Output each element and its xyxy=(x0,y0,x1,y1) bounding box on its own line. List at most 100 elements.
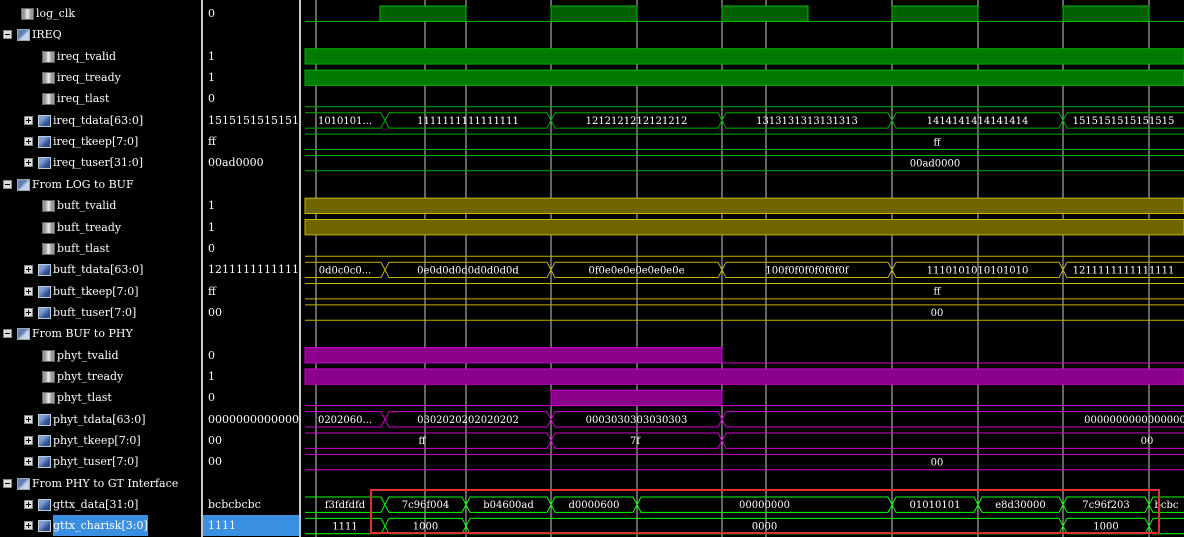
signal-name: log_clk xyxy=(36,7,76,20)
signal-icon xyxy=(42,370,55,383)
bus-value-label: 00000000 xyxy=(739,500,790,511)
signal-row-buft-tlast[interactable]: buft_tlast xyxy=(0,238,200,259)
bus-value-label: 0f0e0e0e0e0e0e0e xyxy=(588,265,684,276)
expand-icon[interactable] xyxy=(24,436,33,445)
bus-value-label: 0000 xyxy=(752,522,777,533)
signal-row-log-clk[interactable]: log_clk xyxy=(0,3,200,24)
signal-row-ireq-tkeep[interactable]: ireq_tkeep[7:0] xyxy=(0,131,200,152)
signal-row-buft-tvalid[interactable]: buft_tvalid xyxy=(0,195,200,216)
value-text: 1 xyxy=(208,220,215,234)
bus-value-label: 0202060... xyxy=(318,415,372,426)
expand-icon[interactable] xyxy=(24,457,33,467)
signal-icon xyxy=(42,349,55,362)
signal-high xyxy=(550,389,723,407)
signal-row-phyt-tready[interactable]: phyt_tready xyxy=(0,366,200,387)
clock-high-pulse xyxy=(1062,5,1150,22)
signal-name: phyt_tready xyxy=(57,369,124,383)
bus-icon xyxy=(38,499,51,512)
signal-high xyxy=(304,368,1184,385)
signal-row-ireq-tvalid[interactable]: ireq_tvalid xyxy=(0,46,200,67)
value-text: ff xyxy=(208,284,216,298)
signal-value-ireq-tready: 1 xyxy=(203,67,299,88)
signal-row-ireq-tuser[interactable]: ireq_tuser[31:0] xyxy=(0,152,200,173)
collapse-icon[interactable] xyxy=(3,179,12,189)
collapse-icon[interactable] xyxy=(3,478,12,488)
expand-icon[interactable] xyxy=(24,158,33,168)
expand-icon[interactable] xyxy=(24,265,33,275)
signal-name: buft_tready xyxy=(57,220,122,234)
signal-high xyxy=(304,197,1184,214)
signal-name: buft_tvalid xyxy=(57,199,117,213)
signal-name: phyt_tvalid xyxy=(57,348,119,362)
expand-icon[interactable] xyxy=(24,500,33,510)
signal-row-buft-tkeep[interactable]: buft_tkeep[7:0] xyxy=(0,281,200,302)
signal-row-ireq-tdata[interactable]: ireq_tdata[63:0] xyxy=(0,110,200,131)
signal-row-ireq-tlast[interactable]: ireq_tlast xyxy=(0,88,200,109)
value-text: 0 xyxy=(208,391,215,405)
signal-value-from-buf-to-phy xyxy=(203,323,299,344)
group-icon xyxy=(17,328,30,341)
bus-value-label: 1110101010101010 xyxy=(927,265,1029,276)
bus-icon xyxy=(38,136,51,149)
signal-row-ireq[interactable]: IREQ xyxy=(0,24,200,45)
signal-value-phyt-tkeep: 00 xyxy=(203,430,299,451)
signal-row-from-buf-to-phy[interactable]: From BUF to PHY xyxy=(0,323,200,344)
bus-value-label: 1000 xyxy=(1093,522,1118,533)
value-text: 0 xyxy=(208,348,215,362)
signal-row-from-log-to-buf[interactable]: From LOG to BUF xyxy=(0,174,200,195)
bus-value-label: ff xyxy=(933,137,941,148)
expand-icon[interactable] xyxy=(24,307,33,317)
signal-row-gttx-charisk[interactable]: gttx_charisk[3:0] xyxy=(0,515,200,537)
collapse-icon[interactable] xyxy=(3,329,12,339)
expand-icon[interactable] xyxy=(24,521,33,531)
value-text: 00 xyxy=(208,434,222,447)
signal-row-phyt-tuser[interactable]: phyt_tuser[7:0] xyxy=(0,451,200,472)
expand-icon[interactable] xyxy=(24,286,33,296)
bus-value-label: 0d0c0c0... xyxy=(319,265,372,276)
bus-icon xyxy=(38,306,51,319)
clock-high-pulse xyxy=(891,5,979,22)
bus-value-label: ff xyxy=(418,436,426,447)
signal-value-ireq-tuser: 00ad0000 xyxy=(203,152,299,173)
group-icon xyxy=(17,477,30,490)
signal-row-phyt-tdata[interactable]: phyt_tdata[63:0] xyxy=(0,409,200,430)
bus-value-label: b04600ad xyxy=(483,500,534,511)
signal-value-phyt-tvalid: 0 xyxy=(203,345,299,366)
bus-value-label: 1313131313131313 xyxy=(756,116,858,127)
value-text: 1 xyxy=(208,199,215,213)
signal-value-phyt-tuser: 00 xyxy=(203,451,299,472)
signal-row-buft-tready[interactable]: buft_tready xyxy=(0,217,200,238)
signal-value-ireq-tlast: 0 xyxy=(203,88,299,109)
bus-icon xyxy=(38,157,51,170)
signal-name: From LOG to BUF xyxy=(32,177,134,191)
signal-row-from-phy-to-gt-interface[interactable]: From PHY to GT Interface xyxy=(0,473,200,494)
signal-row-phyt-tkeep[interactable]: phyt_tkeep[7:0] xyxy=(0,430,200,451)
signal-row-ireq-tready[interactable]: ireq_tready xyxy=(0,67,200,88)
bus-value-label: 0000000000000000 xyxy=(1084,415,1184,426)
signal-value-buft-tlast: 0 xyxy=(203,238,299,259)
signal-name: ireq_tdata[63:0] xyxy=(53,113,144,127)
signal-name: ireq_tuser[31:0] xyxy=(53,156,144,170)
signal-row-phyt-tlast[interactable]: phyt_tlast xyxy=(0,387,200,408)
signal-icon xyxy=(42,221,55,234)
bus-value-label: 1111111111111111 xyxy=(417,116,519,127)
signal-icon xyxy=(21,8,34,20)
bus-value-label: d0000600 xyxy=(569,500,620,511)
signal-row-phyt-tvalid[interactable]: phyt_tvalid xyxy=(0,345,200,366)
expand-icon[interactable] xyxy=(24,137,33,147)
signal-row-gttx-data[interactable]: gttx_data[31:0] xyxy=(0,494,200,515)
signal-value-log-clk: 0 xyxy=(203,3,299,24)
collapse-icon[interactable] xyxy=(3,30,12,40)
signal-value-buft-tuser: 00 xyxy=(203,302,299,323)
signal-name: ireq_tready xyxy=(57,71,121,85)
bus-value-label: 1000 xyxy=(413,522,438,533)
signal-icon xyxy=(42,200,55,213)
signal-row-buft-tdata[interactable]: buft_tdata[63:0] xyxy=(0,259,200,280)
bus-value-label: 7f xyxy=(630,436,641,447)
signal-row-buft-tuser[interactable]: buft_tuser[7:0] xyxy=(0,302,200,323)
expand-icon[interactable] xyxy=(24,414,33,424)
signal-value-pane: 0 1 1 0 1515151515151515 ff 00ad0000 1 1 0 1211111… xyxy=(203,0,299,537)
waveform-pane[interactable]: 1010101... 1111111111111111 12121212121212… xyxy=(301,0,1184,537)
expand-icon[interactable] xyxy=(24,115,33,125)
bus-value-label: 7c96f203 xyxy=(1082,500,1129,511)
